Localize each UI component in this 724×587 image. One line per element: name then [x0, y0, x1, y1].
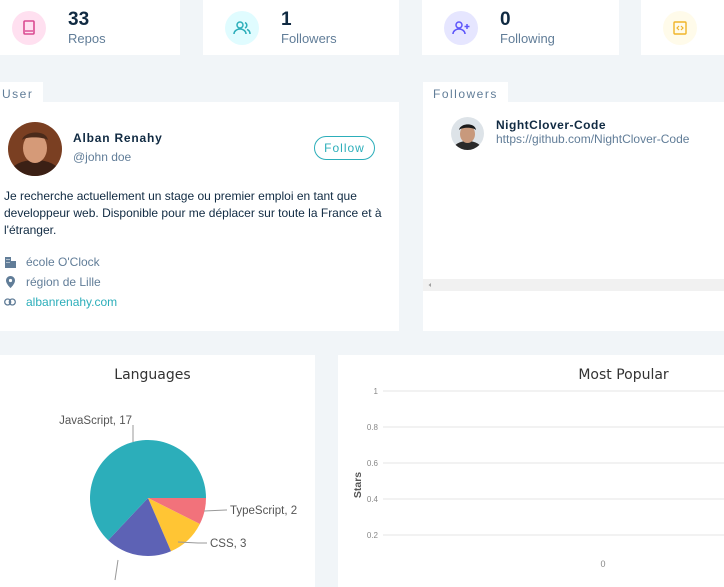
- avatar: [8, 122, 62, 176]
- location-text: région de Lille: [26, 275, 101, 289]
- link-icon: [4, 296, 16, 308]
- pie-slice-label: TypeScript, 2: [230, 505, 297, 517]
- stat-card-gists: [641, 0, 724, 55]
- pie-slice-label: JavaScript, 17: [59, 415, 132, 427]
- y-tick-label: 1: [374, 387, 379, 396]
- user-blog: albanrenahy.com: [4, 295, 117, 309]
- code-icon: [663, 10, 697, 45]
- user-company: école O'Clock: [4, 255, 100, 269]
- languages-chart-card: Languages JavaScript, 17 TypeScript, 2 CSS…: [0, 355, 315, 587]
- user-plus-icon: [444, 10, 478, 45]
- pie-slice-label: CSS, 3: [210, 538, 246, 550]
- followers-count: 1: [281, 8, 292, 30]
- y-tick-label: 0.8: [367, 423, 379, 432]
- blog-link[interactable]: albanrenahy.com: [26, 295, 117, 309]
- most-popular-chart-card: Most Popular 1 0.8 0.6 0.4 0.2 Stars 0: [338, 355, 724, 587]
- bar-value-label: 0: [600, 559, 605, 569]
- map-pin-icon: [4, 276, 16, 288]
- pie-label-line: [203, 509, 227, 512]
- user-name: Alban Renahy: [73, 131, 163, 145]
- user-handle: @john doe: [73, 150, 132, 164]
- languages-pie-chart: JavaScript, 17 TypeScript, 2 CSS, 3: [59, 415, 297, 581]
- follower-login: NightClover-Code: [496, 118, 606, 132]
- following-label: Following: [500, 30, 555, 46]
- follower-url[interactable]: https://github.com/NightClover-Code: [496, 132, 689, 146]
- book-icon: [12, 10, 46, 45]
- followers-label: Followers: [281, 30, 337, 46]
- y-tick-label: 0.6: [367, 459, 379, 468]
- users-icon: [225, 10, 259, 45]
- most-popular-bar-chart: 1 0.8 0.6 0.4 0.2 Stars 0: [352, 387, 724, 569]
- y-tick-label: 0.2: [367, 531, 379, 540]
- scroll-left-icon[interactable]: [425, 279, 435, 291]
- user-location: région de Lille: [4, 275, 101, 289]
- y-tick-label: 0.4: [367, 495, 379, 504]
- repos-count: 33: [68, 8, 90, 30]
- stat-card-repos: 33 Repos: [0, 0, 180, 55]
- follower-item[interactable]: NightClover-Code https://github.com/Nigh…: [451, 117, 689, 150]
- pie-label-line: [114, 559, 119, 581]
- company-text: école O'Clock: [26, 255, 100, 269]
- user-bio: Je recherche actuellement un stage ou pr…: [4, 189, 382, 237]
- repos-label: Repos: [68, 30, 106, 46]
- user-card: Alban Renahy @john doe Follow Je recherc…: [0, 102, 399, 331]
- follow-button[interactable]: Follow: [314, 136, 375, 160]
- follower-avatar: [451, 117, 484, 150]
- stat-card-following: 0 Following: [422, 0, 619, 55]
- followers-card: NightClover-Code https://github.com/Nigh…: [423, 102, 724, 331]
- following-count: 0: [500, 8, 511, 30]
- building-icon: [4, 256, 16, 268]
- y-axis-label: Stars: [352, 472, 364, 498]
- stat-card-followers: 1 Followers: [203, 0, 399, 55]
- horizontal-scrollbar[interactable]: [423, 279, 724, 291]
